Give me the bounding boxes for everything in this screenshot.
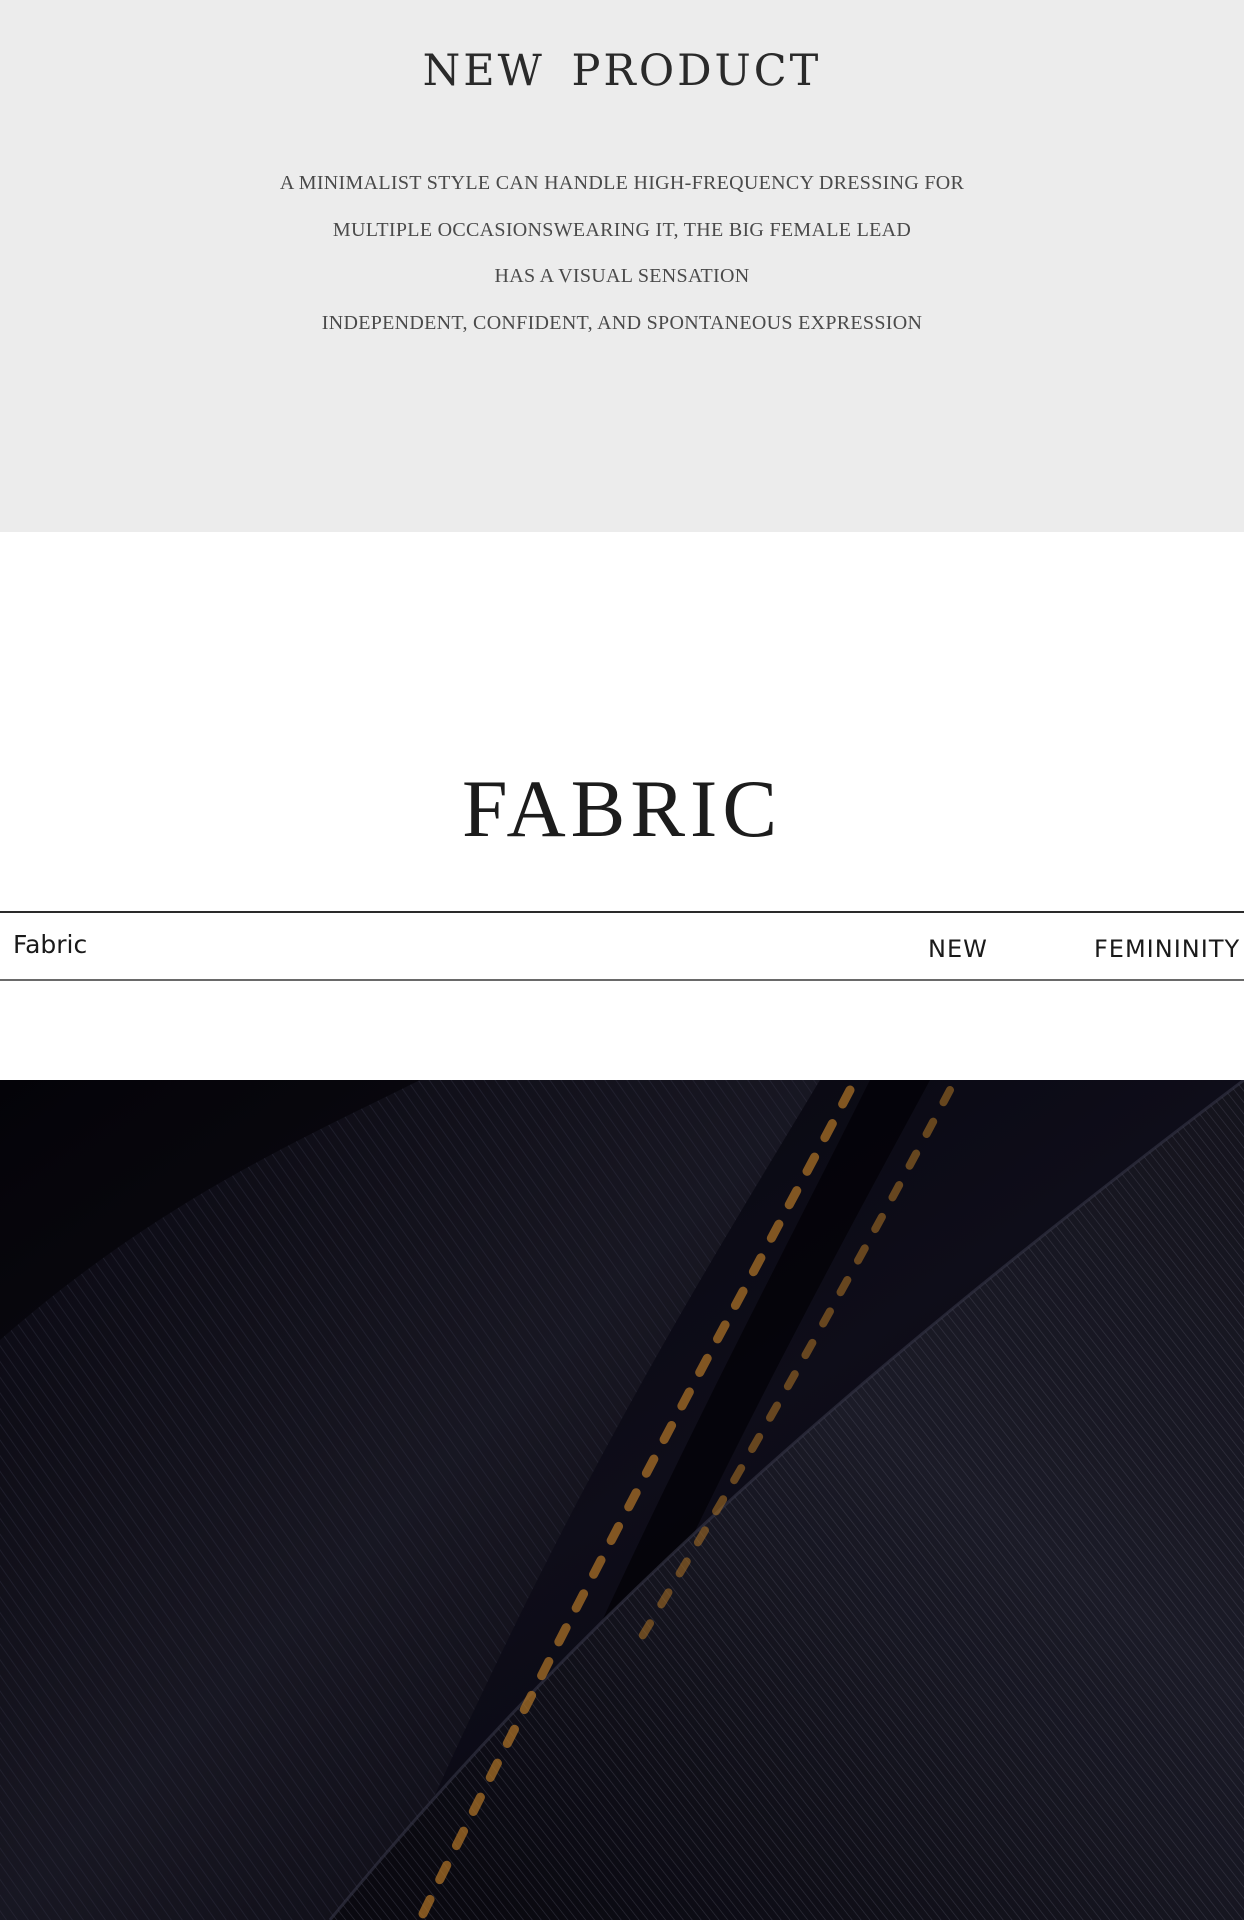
intro-line: INDEPENDENT, CONFIDENT, AND SPONTANEOUS …	[321, 311, 923, 334]
intro-line: A MINIMALIST STYLE CAN HANDLE HIGH-FREQU…	[279, 172, 965, 194]
strip-bottom-divider	[0, 979, 1244, 981]
product-detail-page: NEW PRODUCT A MINIMALIST STYLE CAN HANDL…	[0, 0, 1244, 1920]
strip-top-divider	[0, 911, 1244, 913]
strip-label-fabric: Fabric	[13, 930, 88, 959]
denim-fabric-illustration	[0, 1080, 1244, 1920]
strip-label-femininity: FEMININITY	[1094, 935, 1241, 963]
strip-label-new: NEW	[928, 935, 988, 963]
denim-fabric-photo	[0, 1080, 1244, 1920]
intro-title: NEW PRODUCT	[422, 46, 822, 96]
fabric-title: FABRIC	[461, 763, 783, 854]
intro-line: HAS A VISUAL SENSATION	[494, 265, 750, 287]
intro-section: NEW PRODUCT A MINIMALIST STYLE CAN HANDL…	[0, 0, 1244, 532]
intro-description: A MINIMALIST STYLE CAN HANDLE HIGH-FREQU…	[0, 160, 1244, 346]
intro-line: MULTIPLE OCCASIONSWEARING IT, THE BIG FE…	[332, 218, 912, 241]
